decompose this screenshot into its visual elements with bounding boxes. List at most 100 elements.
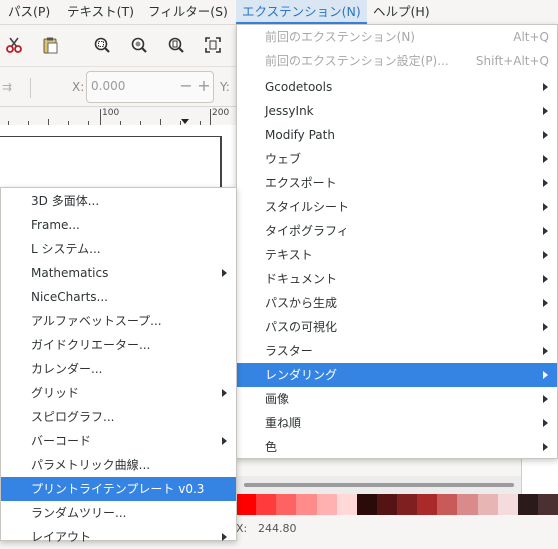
zoom-drawing-icon[interactable] xyxy=(127,33,151,57)
status-bar: X: 244.80 xyxy=(236,515,558,537)
color-swatch[interactable] xyxy=(497,494,518,515)
render-menu-item[interactable]: アルファベットスープ... xyxy=(1,309,236,333)
menu-item-extension[interactable]: テキスト xyxy=(237,243,557,267)
color-swatch[interactable] xyxy=(336,494,357,515)
paste-icon[interactable] xyxy=(38,33,62,57)
menu-item-extension[interactable]: JessyInk xyxy=(237,99,557,123)
zoom-page-icon[interactable] xyxy=(164,33,188,57)
submenu-arrow-icon xyxy=(222,533,227,541)
submenu-arrow-icon xyxy=(543,131,548,139)
menu-item-label: ガイドクリエーター... xyxy=(31,338,151,352)
render-menu-item[interactable]: ガイドクリエーター... xyxy=(1,333,236,357)
render-menu-item[interactable]: レイアウト xyxy=(1,525,236,549)
menu-item-label: パスから生成 xyxy=(265,296,338,310)
horizontal-scrollbar[interactable] xyxy=(236,476,521,494)
menu-item-label: レイアウト xyxy=(31,530,92,544)
menu-help[interactable]: ヘルプ(H) xyxy=(367,0,436,24)
menu-item-label: ドキュメント xyxy=(265,272,338,286)
color-swatch[interactable] xyxy=(376,494,397,515)
render-menu-item[interactable]: グリッド xyxy=(1,381,236,405)
render-menu-item[interactable]: NiceCharts... xyxy=(1,285,236,309)
render-menu-item[interactable]: カレンダー... xyxy=(1,357,236,381)
menu-item-extension[interactable]: ラスター xyxy=(237,339,557,363)
menu-item-extension[interactable]: タイポグラフィ xyxy=(237,219,557,243)
color-swatch[interactable] xyxy=(356,494,377,515)
menu-item-extension[interactable]: 重ね順 xyxy=(237,411,557,435)
menu-item-extension[interactable]: レンダリング xyxy=(237,363,557,387)
scrollbar-thumb[interactable] xyxy=(244,483,514,487)
render-menu-item[interactable]: Mathematics xyxy=(1,261,236,285)
menu-item-extension[interactable]: Gcodetools xyxy=(237,75,557,99)
color-swatch[interactable] xyxy=(537,494,558,515)
menu-item-label: L システム... xyxy=(31,242,101,256)
submenu-arrow-icon xyxy=(543,155,548,163)
menu-item-extension[interactable]: エクスポート xyxy=(237,171,557,195)
menu-item-label: スタイルシート xyxy=(265,200,350,214)
submenu-arrow-icon xyxy=(543,443,548,451)
status-x-value: 244.80 xyxy=(258,522,297,535)
color-swatch[interactable] xyxy=(316,494,337,515)
color-swatch[interactable] xyxy=(256,494,277,515)
menu-item-accel: Alt+Q xyxy=(513,30,549,44)
submenu-arrow-icon xyxy=(543,83,548,91)
color-swatch[interactable] xyxy=(296,494,317,515)
ruler-label: 100 xyxy=(102,108,120,118)
color-swatch[interactable] xyxy=(236,494,257,515)
color-swatch[interactable] xyxy=(417,494,438,515)
submenu-arrow-icon xyxy=(543,299,548,307)
menu-item-extension[interactable]: 画像 xyxy=(237,387,557,411)
render-menu-item[interactable]: Frame... xyxy=(1,213,236,237)
render-menu-item[interactable]: L システム... xyxy=(1,237,236,261)
color-swatch[interactable] xyxy=(397,494,418,515)
color-swatch[interactable] xyxy=(457,494,478,515)
toolbar-divider xyxy=(30,78,31,98)
color-swatch[interactable] xyxy=(517,494,538,515)
menu-item-label: アルファベットスープ... xyxy=(31,314,162,328)
menu-item-previous-extension-settings[interactable]: 前回のエクステンション設定(P)... Shift+Alt+Q xyxy=(237,49,557,73)
menu-item-label: Mathematics xyxy=(31,266,109,280)
color-swatch[interactable] xyxy=(437,494,458,515)
menu-item-extension[interactable]: スタイルシート xyxy=(237,195,557,219)
ruler-label: 200 xyxy=(212,108,230,118)
render-menu-item[interactable]: プリントライテンプレート v0.3 xyxy=(1,477,236,501)
arrow-icon: ⇉ xyxy=(2,80,13,94)
x-input[interactable] xyxy=(87,72,175,100)
menu-item-extension[interactable]: ドキュメント xyxy=(237,267,557,291)
menu-filters[interactable]: フィルター(S) xyxy=(142,0,234,24)
menu-extensions[interactable]: エクステンション(N) xyxy=(236,0,367,24)
color-swatch[interactable] xyxy=(477,494,498,515)
x-decrement-button[interactable]: − xyxy=(178,72,194,100)
menu-item-label: スピログラフ... xyxy=(31,410,115,424)
menu-item-label: 重ね順 xyxy=(265,416,302,430)
menu-item-label: パスの可視化 xyxy=(265,320,338,334)
submenu-arrow-icon xyxy=(543,107,548,115)
fit-page-icon[interactable] xyxy=(201,33,225,57)
menu-item-label: バーコード xyxy=(31,434,92,448)
x-increment-button[interactable]: + xyxy=(196,72,212,100)
render-menu-item[interactable]: バーコード xyxy=(1,429,236,453)
cut-icon[interactable] xyxy=(2,33,26,57)
menu-item-extension[interactable]: パスの可視化 xyxy=(237,315,557,339)
menu-item-previous-extension[interactable]: 前回のエクステンション(N) Alt+Q xyxy=(237,25,557,49)
menu-item-label: ラスター xyxy=(265,344,313,358)
color-palette xyxy=(236,494,558,515)
menu-path[interactable]: パス(P) xyxy=(2,0,56,24)
render-menu-item[interactable]: 3D 多面体... xyxy=(1,189,236,213)
render-menu-item[interactable]: ランダムツリー... xyxy=(1,501,236,525)
submenu-arrow-icon xyxy=(543,347,548,355)
menu-item-extension[interactable]: 色 xyxy=(237,435,557,459)
render-menu-item[interactable]: スピログラフ... xyxy=(1,405,236,429)
render-menu-item[interactable]: パラメトリック曲線... xyxy=(1,453,236,477)
menu-item-label: Gcodetools xyxy=(265,80,333,94)
submenu-arrow-icon xyxy=(543,323,548,331)
menu-item-extension[interactable]: パスから生成 xyxy=(237,291,557,315)
color-swatch[interactable] xyxy=(276,494,297,515)
menu-item-label: 色 xyxy=(265,440,278,454)
menu-item-extension[interactable]: ウェブ xyxy=(237,147,557,171)
menu-text[interactable]: テキスト(T) xyxy=(61,0,140,24)
menu-item-extension[interactable]: Modify Path xyxy=(237,123,557,147)
submenu-arrow-icon xyxy=(543,395,548,403)
horizontal-ruler: 100 200 xyxy=(0,106,236,126)
zoom-selection-icon[interactable] xyxy=(90,33,114,57)
x-spinbutton[interactable]: − + xyxy=(86,71,214,103)
